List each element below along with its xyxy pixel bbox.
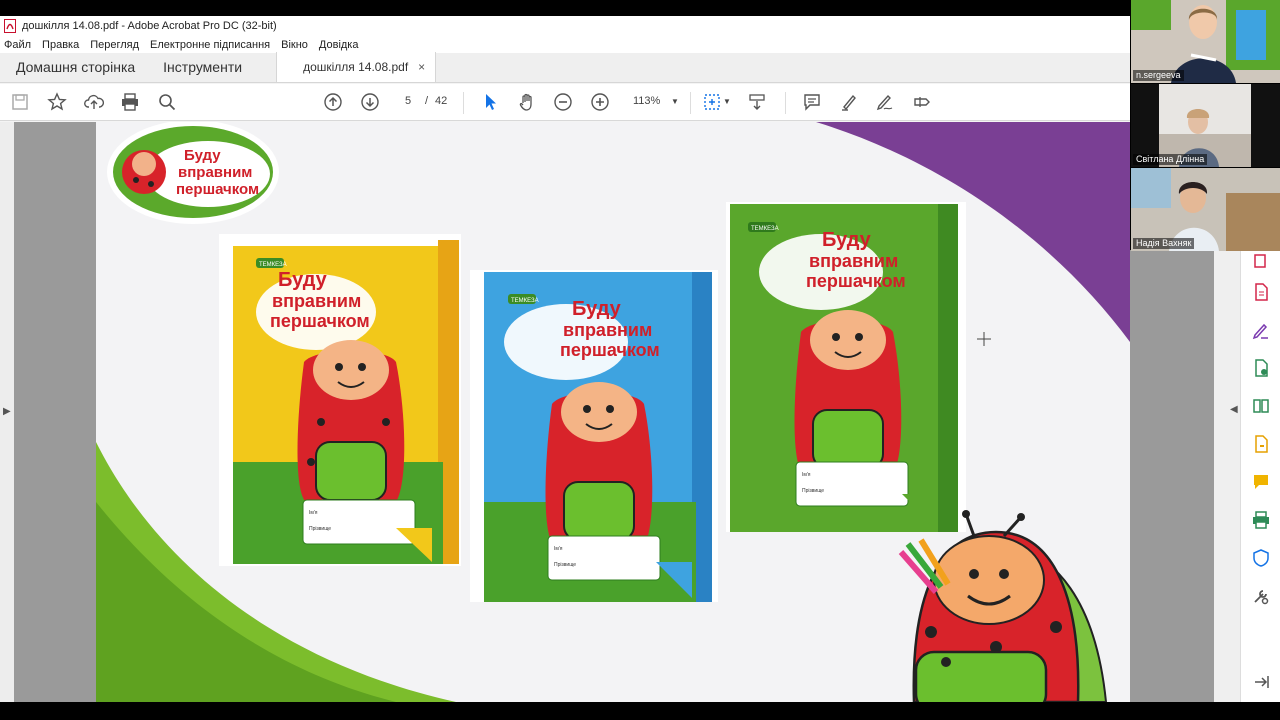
zoom-dropdown-icon[interactable]: ▼: [671, 97, 679, 106]
ladybug-backpack-mascot: [898, 510, 1108, 702]
next-page-icon[interactable]: [358, 90, 382, 114]
right-pane-toggle[interactable]: [1214, 250, 1240, 702]
slide-graphic: Буду вправним першачком Буду вправним пе…: [96, 122, 1130, 702]
protect-icon[interactable]: [1251, 548, 1271, 568]
series-logo: Буду вправним першачком: [107, 122, 279, 224]
logo-line2: вправним: [178, 164, 252, 181]
expand-left-icon: ▶: [3, 406, 11, 417]
star-icon[interactable]: [45, 90, 69, 114]
comment-icon[interactable]: [800, 90, 824, 114]
tab-document-label: дошкілля 14.08.pdf: [303, 60, 409, 74]
comment-tool-icon[interactable]: [1251, 472, 1271, 492]
cover-yellow-name-label: Ім'я: [309, 510, 318, 516]
document-area: ▶ Буду вправним першачком Буду вправним …: [0, 122, 1130, 702]
zoom-out-icon[interactable]: [551, 90, 575, 114]
tab-tools[interactable]: Інструменти: [149, 52, 256, 82]
cover-blue-title-3: першачком: [560, 340, 660, 360]
title-bar: дошкілля 14.08.pdf - Adobe Acrobat Pro D…: [0, 16, 1130, 36]
search-icon[interactable]: [155, 90, 179, 114]
menu-window[interactable]: Вікно: [281, 39, 308, 51]
participant-3-name: Надія Вахняк: [1133, 238, 1195, 249]
screen: дошкілля 14.08.pdf - Adobe Acrobat Pro D…: [0, 0, 1280, 720]
page-separator: /: [425, 95, 429, 107]
cover-yellow-title-2: вправним: [272, 291, 361, 311]
cover-yellow-title-3: першачком: [270, 311, 370, 331]
cover-blue-publisher: ТЕМКЕЗА: [511, 298, 539, 304]
cover-yellow-publisher: ТЕМКЕЗА: [259, 262, 287, 268]
cover-yellow-title-1: Буду: [278, 269, 328, 291]
share-icon[interactable]: [1251, 434, 1271, 454]
pdf-app-icon: [4, 19, 16, 33]
workbook-cover-green: Буду вправним першачком ТЕМКЕЗА Ім'я Прі…: [726, 202, 966, 532]
toolbar: 5 / 42 113% ▼ ▼: [0, 84, 1130, 121]
cover-green-title-2: вправним: [809, 251, 898, 271]
participant-1-name: n.sergeeva: [1133, 70, 1184, 81]
collapse-pane-icon[interactable]: [1251, 672, 1271, 692]
window-title: дошкілля 14.08.pdf - Adobe Acrobat Pro D…: [22, 20, 277, 32]
print-production-icon[interactable]: [1251, 510, 1271, 530]
pdf-page: Буду вправним першачком Буду вправним пе…: [96, 122, 1130, 702]
organize-pages-icon[interactable]: [1251, 396, 1271, 416]
close-tab-icon[interactable]: ×: [418, 60, 425, 74]
participant-2-name: Світлана Длінна: [1133, 154, 1208, 165]
menu-view[interactable]: Перегляд: [90, 39, 139, 51]
create-pdf-icon[interactable]: [1251, 282, 1271, 302]
crosshair-cursor-icon: [977, 332, 991, 346]
menu-edit[interactable]: Правка: [42, 39, 79, 51]
upload-icon[interactable]: [82, 90, 106, 114]
workbook-cover-yellow: Буду вправним першачком ТЕМКЕЗА Ім'я Прі…: [219, 234, 461, 566]
cover-green-surname-label: Прізвище: [802, 488, 824, 494]
print-icon[interactable]: [118, 90, 142, 114]
participant-video-1[interactable]: n.sergeeva: [1131, 0, 1280, 83]
cover-green-title-1: Буду: [822, 229, 872, 251]
menu-file[interactable]: Файл: [4, 39, 31, 51]
hand-icon[interactable]: [515, 90, 539, 114]
menu-help[interactable]: Довідка: [319, 39, 359, 51]
tools-pane: [1240, 250, 1280, 702]
page-total: 42: [435, 95, 448, 107]
cover-green-title-3: першачком: [806, 271, 906, 291]
scroll-icon[interactable]: [745, 90, 769, 114]
cover-blue-surname-label: Прізвище: [554, 562, 576, 568]
left-pane-toggle[interactable]: ▶: [0, 122, 14, 702]
save-icon[interactable]: [8, 90, 32, 114]
export-pdf-icon[interactable]: [1251, 252, 1271, 272]
zoom-level-select[interactable]: 113%: [633, 95, 660, 107]
cover-yellow-surname-label: Прізвище: [309, 526, 331, 532]
logo-line1: Буду: [184, 147, 221, 164]
edit-icon[interactable]: [910, 90, 934, 114]
menu-e-sign[interactable]: Електронне підписання: [150, 39, 270, 51]
menu-bar: Файл Правка Перегляд Електронне підписан…: [0, 36, 1130, 53]
more-tools-icon[interactable]: [1251, 586, 1271, 606]
cover-blue-title-2: вправним: [563, 320, 652, 340]
cover-green-publisher: ТЕМКЕЗА: [751, 226, 779, 232]
participant-video-2[interactable]: Світлана Длінна: [1131, 84, 1280, 167]
combine-files-icon[interactable]: [1251, 358, 1271, 378]
fit-dropdown-icon[interactable]: ▼: [723, 97, 731, 106]
tab-bar: Домашня сторінка Інструменти дошкілля 14…: [0, 52, 1130, 83]
cover-green-name-label: Ім'я: [802, 472, 811, 478]
acrobat-window: дошкілля 14.08.pdf - Adobe Acrobat Pro D…: [0, 16, 1130, 702]
tab-home[interactable]: Домашня сторінка: [0, 52, 149, 82]
select-cursor-icon[interactable]: [478, 90, 502, 114]
zoom-in-icon[interactable]: [588, 90, 612, 114]
logo-line3: першачком: [176, 181, 259, 198]
edit-pdf-icon[interactable]: [1251, 320, 1271, 340]
sign-icon[interactable]: [873, 90, 897, 114]
cover-blue-title-1: Буду: [572, 298, 622, 320]
fit-page-icon[interactable]: [700, 90, 724, 114]
collapse-right-icon[interactable]: ◀: [1230, 404, 1238, 415]
page-number-input[interactable]: 5: [405, 95, 411, 107]
highlight-icon[interactable]: [837, 90, 861, 114]
prev-page-icon[interactable]: [321, 90, 345, 114]
participant-video-3[interactable]: Надія Вахняк: [1131, 168, 1280, 251]
cover-blue-name-label: Ім'я: [554, 546, 563, 552]
tab-document[interactable]: дошкілля 14.08.pdf ×: [276, 52, 437, 82]
workbook-cover-blue: Буду вправним першачком ТЕМКЕЗА Ім'я Прі…: [470, 270, 718, 602]
